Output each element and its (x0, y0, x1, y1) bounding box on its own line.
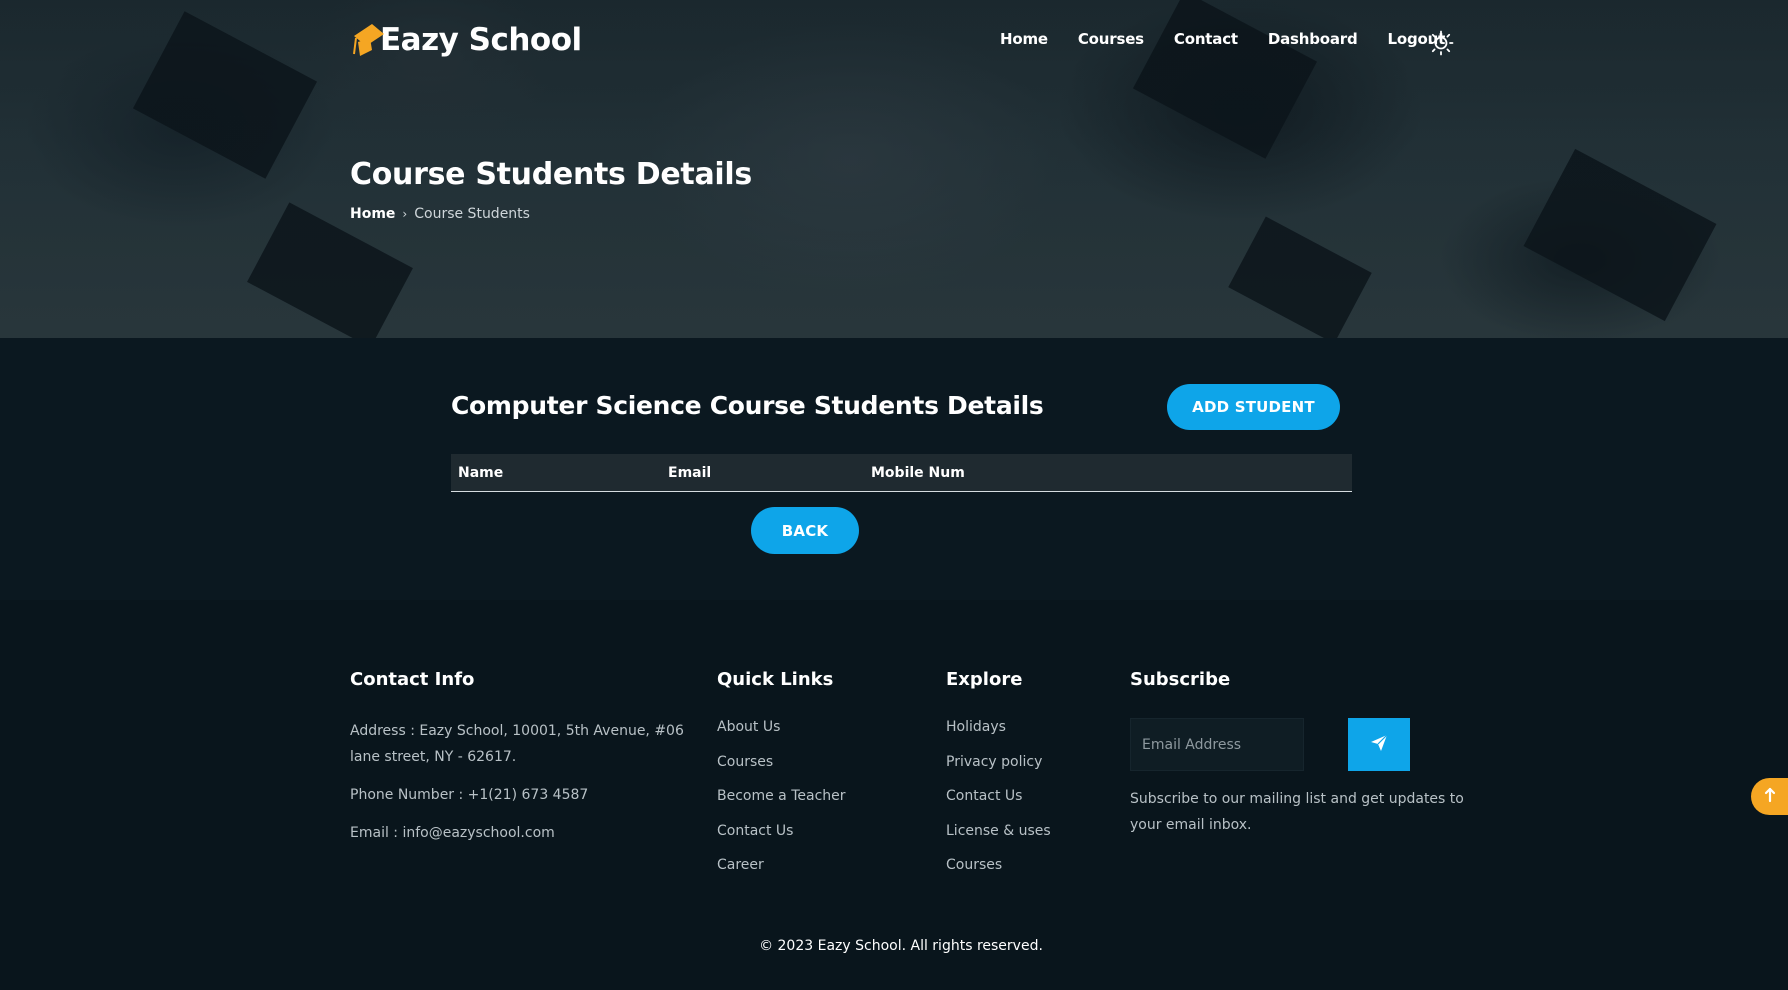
brand-logo[interactable]: Eazy School (350, 10, 582, 70)
breadcrumb-current: Course Students (414, 206, 530, 222)
subscribe-email-input[interactable] (1130, 718, 1304, 771)
chevron-right-icon: › (402, 207, 408, 221)
contact-email: Email : info@eazyschool.com (350, 825, 555, 841)
contact-address: Address : Eazy School, 10001, 5th Avenue… (350, 718, 684, 770)
footer-subscribe-title: Subscribe (1130, 669, 1231, 690)
subscribe-button[interactable] (1348, 718, 1410, 771)
footer-link-contact-us[interactable]: Contact Us (717, 823, 793, 839)
nav-links: Home Courses Contact Dashboard Logout (1000, 30, 1475, 48)
footer-explore-title: Explore (946, 669, 1023, 690)
page-title: Course Students Details (350, 157, 752, 192)
contact-address-line: Address : Eazy School, 10001, 5th Avenue… (350, 723, 684, 739)
back-button[interactable]: BACK (751, 507, 859, 554)
subscribe-description-line: your email inbox. (1130, 817, 1252, 833)
table-header-row: Name Email Mobile Num (451, 454, 1352, 492)
footer-quick-links-title: Quick Links (717, 669, 834, 690)
column-header-name[interactable]: Name (458, 465, 503, 481)
nav-dashboard[interactable]: Dashboard (1268, 30, 1358, 48)
send-icon (1370, 734, 1388, 755)
footer-link-courses[interactable]: Courses (717, 754, 773, 770)
footer-link-privacy-policy[interactable]: Privacy policy (946, 754, 1042, 770)
footer-contact-title: Contact Info (350, 669, 475, 690)
footer-link-about-us[interactable]: About Us (717, 719, 780, 735)
contact-phone: Phone Number : +1(21) 673 4587 (350, 787, 589, 803)
footer-link-courses[interactable]: Courses (946, 857, 1002, 873)
column-header-mobile[interactable]: Mobile Num (871, 465, 965, 481)
arrow-up-icon (1763, 787, 1777, 807)
footer: Contact Info Address : Eazy School, 1000… (0, 600, 1788, 990)
scroll-to-top-button[interactable] (1751, 778, 1788, 815)
add-student-button[interactable]: ADD STUDENT (1167, 384, 1340, 430)
navbar: Eazy School Home Courses Contact Dashboa… (0, 0, 1788, 86)
copyright: © 2023 Eazy School. All rights reserved. (759, 938, 1043, 954)
footer-link-become-teacher[interactable]: Become a Teacher (717, 788, 846, 804)
nav-contact[interactable]: Contact (1174, 30, 1238, 48)
nav-courses[interactable]: Courses (1078, 30, 1144, 48)
footer-link-holidays[interactable]: Holidays (946, 719, 1006, 735)
section-title: Computer Science Course Students Details (451, 391, 1044, 420)
subscribe-description-line: Subscribe to our mailing list and get up… (1130, 791, 1464, 807)
contact-address-line: lane street, NY - 62617. (350, 749, 517, 765)
footer-link-career[interactable]: Career (717, 857, 764, 873)
breadcrumb-home-link[interactable]: Home (350, 206, 395, 222)
footer-link-contact-us[interactable]: Contact Us (946, 788, 1022, 804)
column-header-email[interactable]: Email (668, 465, 711, 481)
sun-icon[interactable] (1428, 30, 1454, 56)
subscribe-description: Subscribe to our mailing list and get up… (1130, 786, 1464, 838)
hero-banner: Eazy School Home Courses Contact Dashboa… (0, 0, 1788, 338)
brand-name: Eazy School (380, 22, 582, 58)
nav-home[interactable]: Home (1000, 30, 1048, 48)
graduation-cap-icon (350, 20, 384, 60)
footer-link-license[interactable]: License & uses (946, 823, 1051, 839)
students-table: Name Email Mobile Num (451, 454, 1352, 492)
breadcrumb: Home › Course Students (350, 206, 530, 222)
